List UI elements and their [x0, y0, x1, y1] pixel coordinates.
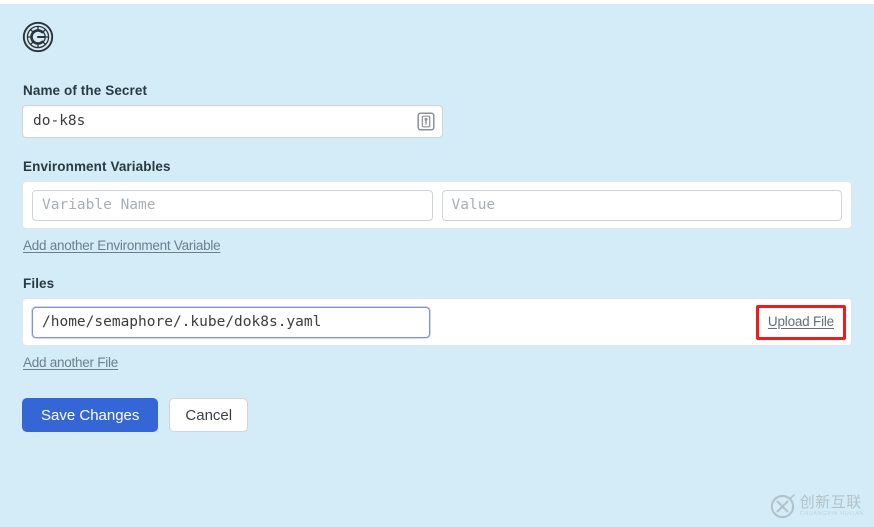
form-content: Name of the Secret Environment Variables…	[0, 0, 874, 527]
environment-variable-row	[22, 181, 852, 229]
secret-editor-page: Name of the Secret Environment Variables…	[0, 0, 874, 527]
watermark: 创新互联 CHUANGXIN HULIAN	[770, 494, 864, 519]
secret-name-input[interactable]	[33, 106, 403, 137]
environment-variables-label: Environment Variables	[23, 159, 171, 174]
password-manager-icon[interactable]	[417, 112, 435, 131]
upload-file-slot: Upload File	[755, 304, 846, 340]
form-actions: Save Changes Cancel	[22, 398, 852, 432]
watermark-text: 创新互联 CHUANGXIN HULIAN	[800, 495, 864, 518]
env-variable-name-input[interactable]	[32, 189, 433, 221]
watermark-text-cn: 创新互联	[799, 493, 862, 512]
watermark-text-en: CHUANGXIN HULIAN	[799, 511, 864, 518]
env-variable-value-input[interactable]	[441, 189, 842, 221]
add-environment-variable-link[interactable]: Add another Environment Variable	[23, 238, 221, 253]
add-file-link[interactable]: Add another File	[23, 355, 118, 370]
circled-x-logo-icon	[770, 494, 795, 519]
save-changes-button[interactable]: Save Changes	[22, 398, 159, 432]
cancel-button[interactable]: Cancel	[169, 398, 249, 432]
upload-file-link[interactable]: Upload File	[768, 314, 834, 329]
file-row: Upload File	[22, 298, 852, 346]
secret-name-input-wrapper[interactable]	[22, 105, 443, 138]
settings-gear-icon	[22, 21, 54, 53]
file-path-input[interactable]	[32, 306, 430, 338]
secret-name-label: Name of the Secret	[23, 83, 148, 98]
files-label: Files	[23, 276, 55, 291]
upload-file-highlight-box: Upload File	[755, 304, 846, 340]
